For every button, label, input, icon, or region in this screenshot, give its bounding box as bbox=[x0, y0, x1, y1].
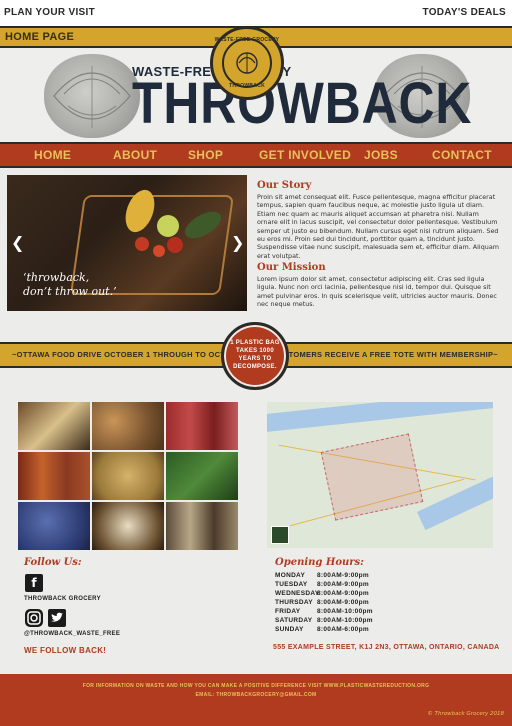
photo-preserves-jars bbox=[18, 452, 90, 500]
breadcrumb-home[interactable]: HOME PAGE bbox=[5, 31, 74, 43]
hours-day: WEDNESDAY bbox=[275, 590, 320, 597]
map-river bbox=[267, 402, 493, 432]
top-bar: PLAN YOUR VISIT TODAY'S DEALS bbox=[0, 0, 512, 26]
hours-time: 8:00AM-9:00pm bbox=[317, 590, 369, 597]
seal-ring bbox=[222, 38, 272, 88]
hours-time: 8:00AM-10:00pm bbox=[317, 617, 373, 624]
photo-bulk-bins bbox=[92, 452, 164, 500]
tomato-image bbox=[167, 237, 183, 253]
photo-bulk-dispensers bbox=[166, 502, 238, 550]
plan-visit-link[interactable]: PLAN YOUR VISIT bbox=[4, 7, 95, 18]
instagram-icon[interactable] bbox=[25, 609, 43, 627]
hours-day: MONDAY bbox=[275, 572, 306, 579]
hours-day: SATURDAY bbox=[275, 617, 313, 624]
map-region-outline bbox=[320, 433, 424, 521]
twitter-icon[interactable] bbox=[48, 609, 66, 627]
brand-seal: WASTE-FREE GROCERY THROWBACK bbox=[210, 26, 284, 100]
our-mission-text: Lorem ipsum dolor sit amet, consectetur … bbox=[257, 275, 497, 309]
opening-hours-section: Opening Hours: MONDAY 8:00AM-9:00pm TUESD… bbox=[275, 557, 373, 633]
tomato-image bbox=[135, 237, 149, 251]
vegetable-image bbox=[157, 215, 179, 237]
main-nav: HOME ABOUT SHOP GET INVOLVED JOBS CONTAC… bbox=[0, 142, 512, 168]
photo-blueberries bbox=[18, 502, 90, 550]
our-mission-title: Our Mission bbox=[257, 262, 326, 273]
carousel-next-icon[interactable]: ❯ bbox=[231, 233, 244, 252]
instagram-twitter-handle[interactable]: @THROWBACK_WASTE_FREE bbox=[24, 631, 120, 637]
footer-email-link[interactable]: EMAIL: THROWBACKGROCERY@GMAIL.COM bbox=[0, 692, 512, 698]
plastic-bag-badge: 1 PLASTIC BAG TAKES 1000 YEARS TO DECOMP… bbox=[221, 322, 289, 390]
photo-meat-counter bbox=[166, 402, 238, 450]
hours-time: 8:00AM-10:00pm bbox=[317, 608, 373, 615]
hero-carousel[interactable]: ❮ ❯ ‘throwback, don’t throw out.’ bbox=[7, 175, 247, 311]
follow-us-title: Follow Us: bbox=[24, 557, 82, 568]
facebook-icon[interactable]: f bbox=[25, 574, 43, 592]
hero-quote-line-1: ‘throwback, bbox=[23, 271, 90, 284]
photo-green-beans bbox=[166, 452, 238, 500]
hours-day: SUNDAY bbox=[275, 626, 304, 633]
hours-day: TUESDAY bbox=[275, 581, 308, 588]
hours-time: 8:00AM-6:00pm bbox=[317, 626, 369, 633]
hours-time: 8:00AM-9:00pm bbox=[317, 599, 369, 606]
nav-home[interactable]: HOME bbox=[34, 148, 71, 162]
store-address: 555 EXAMPLE STREET, K1J 2N3, OTTAWA, ONT… bbox=[273, 644, 500, 651]
cabbage-icon bbox=[236, 52, 258, 74]
our-story-section: Our Story Proin sit amet consequat elit.… bbox=[257, 180, 501, 260]
photo-bread-loaves bbox=[92, 402, 164, 450]
hours-day: FRIDAY bbox=[275, 608, 301, 615]
follow-us-section: Follow Us: bbox=[24, 557, 82, 568]
hours-time: 8:00AM-9:00pm bbox=[317, 572, 369, 579]
nav-get-involved[interactable]: GET INVOLVED bbox=[259, 148, 351, 162]
seal-bottom-text: THROWBACK bbox=[228, 83, 266, 89]
hours-day: THURSDAY bbox=[275, 599, 313, 606]
site-footer: FOR INFORMATION ON WASTE AND HOW YOU CAN… bbox=[0, 674, 512, 726]
todays-deals-link[interactable]: TODAY'S DEALS bbox=[422, 7, 506, 18]
nav-jobs[interactable]: JOBS bbox=[364, 148, 398, 162]
opening-hours-title: Opening Hours: bbox=[275, 557, 364, 568]
plastic-bag-fact: 1 PLASTIC BAG TAKES 1000 YEARS TO DECOMP… bbox=[230, 340, 280, 370]
product-photo-grid bbox=[18, 402, 238, 550]
cabbage-illustration-left bbox=[44, 54, 140, 138]
our-story-text: Proin sit amet consequat elit. Fusce pel… bbox=[257, 193, 499, 260]
hero-quote-line-2: don’t throw out.’ bbox=[23, 285, 117, 298]
map-satellite-toggle[interactable] bbox=[271, 526, 289, 544]
facebook-handle[interactable]: THROWBACK GROCERY bbox=[24, 596, 101, 602]
nav-about[interactable]: ABOUT bbox=[113, 148, 157, 162]
photo-eggs bbox=[92, 502, 164, 550]
footer-copyright: © Throwback Grocery 2018 bbox=[427, 711, 504, 717]
nav-shop[interactable]: SHOP bbox=[188, 148, 223, 162]
carousel-prev-icon[interactable]: ❮ bbox=[11, 233, 24, 252]
photo-cheese-bread bbox=[18, 402, 90, 450]
hero-quote: ‘throwback, don’t throw out.’ bbox=[23, 271, 117, 299]
tomato-image bbox=[153, 245, 165, 257]
hours-time: 8:00AM-9:00pm bbox=[317, 581, 369, 588]
brand-logo-text[interactable]: THROWBACK bbox=[132, 74, 472, 134]
nav-contact[interactable]: CONTACT bbox=[432, 148, 492, 162]
our-mission-section: Our Mission Lorem ipsum dolor sit amet, … bbox=[257, 262, 501, 309]
our-story-title: Our Story bbox=[257, 180, 312, 191]
map-river bbox=[416, 473, 493, 531]
footer-info-link[interactable]: FOR INFORMATION ON WASTE AND HOW YOU CAN… bbox=[0, 683, 512, 689]
we-follow-back-text: WE FOLLOW BACK! bbox=[24, 646, 107, 655]
location-map[interactable] bbox=[267, 402, 493, 548]
